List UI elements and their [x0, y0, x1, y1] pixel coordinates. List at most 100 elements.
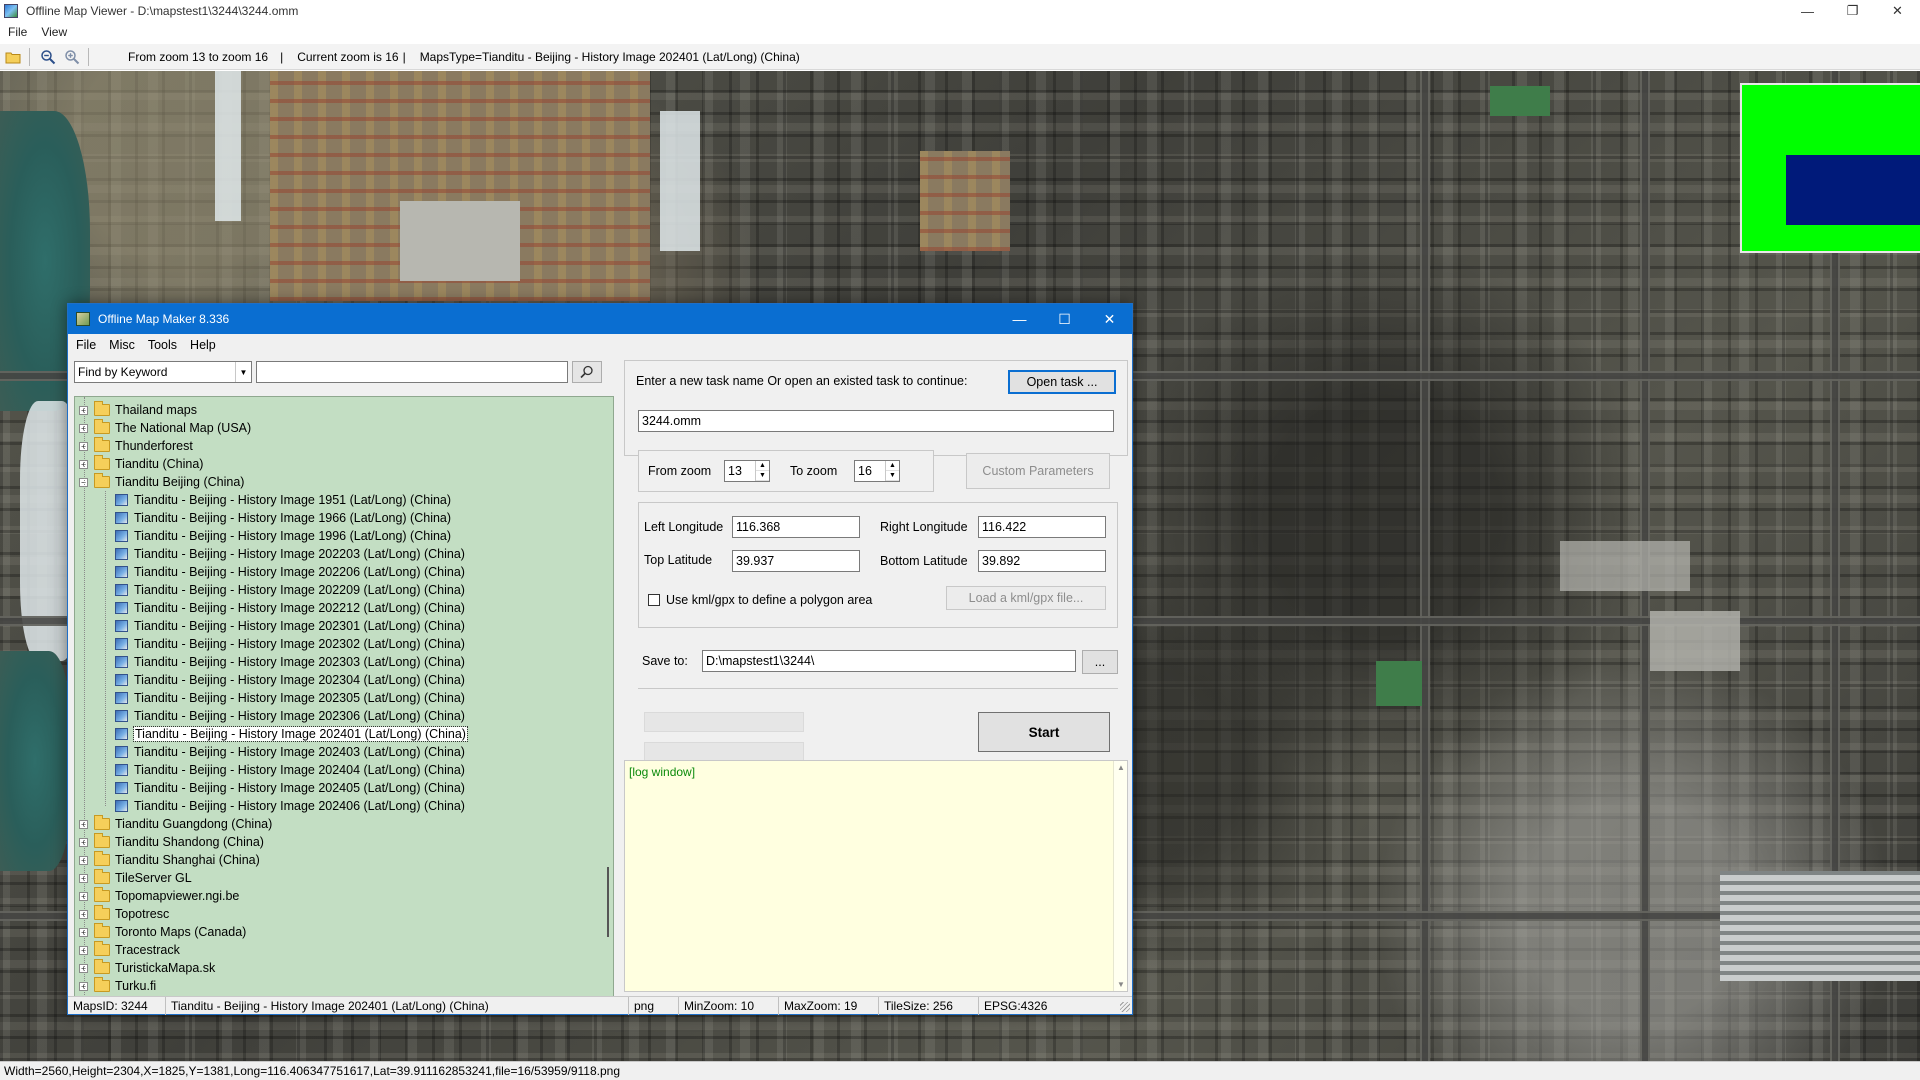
- caret-down-icon[interactable]: ▼: [1117, 980, 1125, 989]
- task-name-input[interactable]: [638, 410, 1114, 432]
- caret-up-icon[interactable]: ▲: [886, 461, 899, 471]
- right-longitude-input[interactable]: [978, 516, 1106, 538]
- save-to-label: Save to:: [642, 654, 688, 668]
- browse-folder-button[interactable]: ...: [1082, 650, 1118, 674]
- load-kml-button[interactable]: Load a kml/gpx file...: [946, 586, 1106, 610]
- overview-minimap[interactable]: [1740, 83, 1920, 253]
- tree-map-item[interactable]: Tianditu - Beijing - History Image 20230…: [115, 635, 465, 653]
- start-button[interactable]: Start: [978, 712, 1110, 752]
- dialog-close-button[interactable]: ✕: [1087, 304, 1132, 334]
- close-button[interactable]: ✕: [1875, 0, 1920, 22]
- open-folder-icon[interactable]: [2, 46, 24, 68]
- divider-line: [638, 688, 1118, 689]
- bottom-latitude-input[interactable]: [978, 550, 1106, 572]
- dialog-menu-help[interactable]: Help: [190, 338, 216, 352]
- tree-map-item[interactable]: Tianditu - Beijing - History Image 20220…: [115, 581, 465, 599]
- custom-parameters-button[interactable]: Custom Parameters: [966, 453, 1110, 489]
- sports-field: [1490, 86, 1550, 116]
- dialog-menu-tools[interactable]: Tools: [148, 338, 177, 352]
- open-task-button[interactable]: Open task ...: [1008, 370, 1116, 394]
- tree-folder-item[interactable]: + Thunderforest: [79, 437, 193, 455]
- tree-folder-item[interactable]: + Topotresc: [79, 905, 169, 923]
- status-max-zoom: MaxZoom: 19: [779, 996, 879, 1015]
- tree-folder-item[interactable]: + Thailand maps: [79, 401, 197, 419]
- tree-map-item[interactable]: Tianditu - Beijing - History Image 20230…: [115, 671, 465, 689]
- chevron-down-icon[interactable]: ▼: [235, 362, 251, 382]
- tree-folder-item[interactable]: + Tianditu Shanghai (China): [79, 851, 260, 869]
- viewer-titlebar: Offline Map Viewer - D:\mapstest1\3244\3…: [0, 0, 1920, 22]
- find-by-select[interactable]: Find by Keyword ▼: [74, 361, 252, 383]
- map-layer-icon: [115, 710, 128, 722]
- to-zoom-arrows[interactable]: ▲ ▼: [885, 461, 899, 481]
- tree-map-item[interactable]: Tianditu - Beijing - History Image 1951 …: [115, 491, 451, 509]
- log-scrollbar[interactable]: ▲ ▼: [1113, 761, 1127, 991]
- tree-item-label: Thunderforest: [115, 439, 193, 453]
- save-path-input[interactable]: [702, 650, 1076, 672]
- from-zoom-arrows[interactable]: ▲ ▼: [755, 461, 769, 481]
- tree-folder-item[interactable]: + Topomapviewer.ngi.be: [79, 887, 239, 905]
- overview-viewport-rect[interactable]: [1786, 155, 1920, 225]
- tree-folder-item[interactable]: − Tianditu Beijing (China): [79, 473, 244, 491]
- tree-scrollbar[interactable]: [599, 397, 613, 997]
- to-zoom-value: 16: [858, 464, 872, 478]
- map-layer-icon: [115, 800, 128, 812]
- tree-item-label: Tianditu - Beijing - History Image 20230…: [134, 637, 465, 651]
- menu-view[interactable]: View: [41, 25, 67, 39]
- kml-polygon-checkbox[interactable]: [648, 594, 660, 606]
- dialog-minimize-button[interactable]: —: [997, 304, 1042, 334]
- tree-map-item[interactable]: Tianditu - Beijing - History Image 20240…: [115, 725, 468, 743]
- tree-folder-item[interactable]: + Tracestrack: [79, 941, 180, 959]
- log-window[interactable]: [log window] ▲ ▼: [624, 760, 1128, 992]
- restore-button[interactable]: ❐: [1830, 0, 1875, 22]
- tree-map-item[interactable]: Tianditu - Beijing - History Image 1966 …: [115, 509, 451, 527]
- tree-scroll-thumb[interactable]: [607, 867, 609, 937]
- minimize-button[interactable]: —: [1785, 0, 1830, 22]
- dialog-menu-misc[interactable]: Misc: [109, 338, 135, 352]
- menu-file[interactable]: File: [8, 25, 27, 39]
- tree-map-item[interactable]: Tianditu - Beijing - History Image 20240…: [115, 779, 465, 797]
- dialog-maximize-button[interactable]: ☐: [1042, 304, 1087, 334]
- tree-folder-item[interactable]: + TileServer GL: [79, 869, 192, 887]
- tree-folder-item[interactable]: + Toronto Maps (Canada): [79, 923, 246, 941]
- tree-map-item[interactable]: Tianditu - Beijing - History Image 20230…: [115, 689, 465, 707]
- tree-map-item[interactable]: Tianditu - Beijing - History Image 20220…: [115, 563, 465, 581]
- dialog-menu-file[interactable]: File: [76, 338, 96, 352]
- tree-map-item[interactable]: Tianditu - Beijing - History Image 20230…: [115, 707, 465, 725]
- search-button[interactable]: [572, 361, 602, 383]
- zoom-out-icon[interactable]: [37, 46, 59, 68]
- left-longitude-input[interactable]: [732, 516, 860, 538]
- tree-map-item[interactable]: Tianditu - Beijing - History Image 20240…: [115, 797, 465, 815]
- caret-up-icon[interactable]: ▲: [756, 461, 769, 471]
- caret-down-icon[interactable]: ▼: [886, 471, 899, 481]
- map-layer-icon: [115, 692, 128, 704]
- keyword-search-input[interactable]: [256, 361, 568, 383]
- to-zoom-stepper[interactable]: 16 ▲ ▼: [854, 460, 900, 482]
- map-layer-icon: [115, 602, 128, 614]
- from-zoom-stepper[interactable]: 13 ▲ ▼: [724, 460, 770, 482]
- resize-grip-icon[interactable]: [1120, 1002, 1130, 1012]
- tree-item-label: The National Map (USA): [115, 421, 252, 435]
- tree-map-item[interactable]: Tianditu - Beijing - History Image 20230…: [115, 617, 465, 635]
- map-source-tree[interactable]: + Thailand maps + The National Map (USA) + Th…: [74, 396, 614, 998]
- toolbar-divider-bar: |: [280, 49, 284, 64]
- tree-map-item[interactable]: Tianditu - Beijing - History Image 1996 …: [115, 527, 451, 545]
- tree-folder-item[interactable]: + Turku.fi: [79, 977, 156, 995]
- tree-map-item[interactable]: Tianditu - Beijing - History Image 20220…: [115, 545, 465, 563]
- tree-map-item[interactable]: Tianditu - Beijing - History Image 20221…: [115, 599, 465, 617]
- caret-down-icon[interactable]: ▼: [756, 471, 769, 481]
- map-layer-icon: [115, 746, 128, 758]
- tree-map-item[interactable]: Tianditu - Beijing - History Image 20230…: [115, 653, 465, 671]
- tree-folder-item[interactable]: + TuristickaMapa.sk: [79, 959, 215, 977]
- tree-folder-item[interactable]: + Tianditu (China): [79, 455, 203, 473]
- top-latitude-input[interactable]: [732, 550, 860, 572]
- map-layer-icon: [115, 512, 128, 524]
- tree-folder-item[interactable]: + The National Map (USA): [79, 419, 251, 437]
- railway-station-roofs: [1720, 871, 1920, 981]
- caret-up-icon[interactable]: ▲: [1117, 763, 1125, 772]
- tree-folder-item[interactable]: + Tianditu Shandong (China): [79, 833, 264, 851]
- tree-map-item[interactable]: Tianditu - Beijing - History Image 20240…: [115, 761, 465, 779]
- tree-map-item[interactable]: Tianditu - Beijing - History Image 20240…: [115, 743, 465, 761]
- current-zoom-text: Current zoom is 16: [297, 49, 399, 64]
- zoom-in-icon[interactable]: [61, 46, 83, 68]
- tree-folder-item[interactable]: + Tianditu Guangdong (China): [79, 815, 272, 833]
